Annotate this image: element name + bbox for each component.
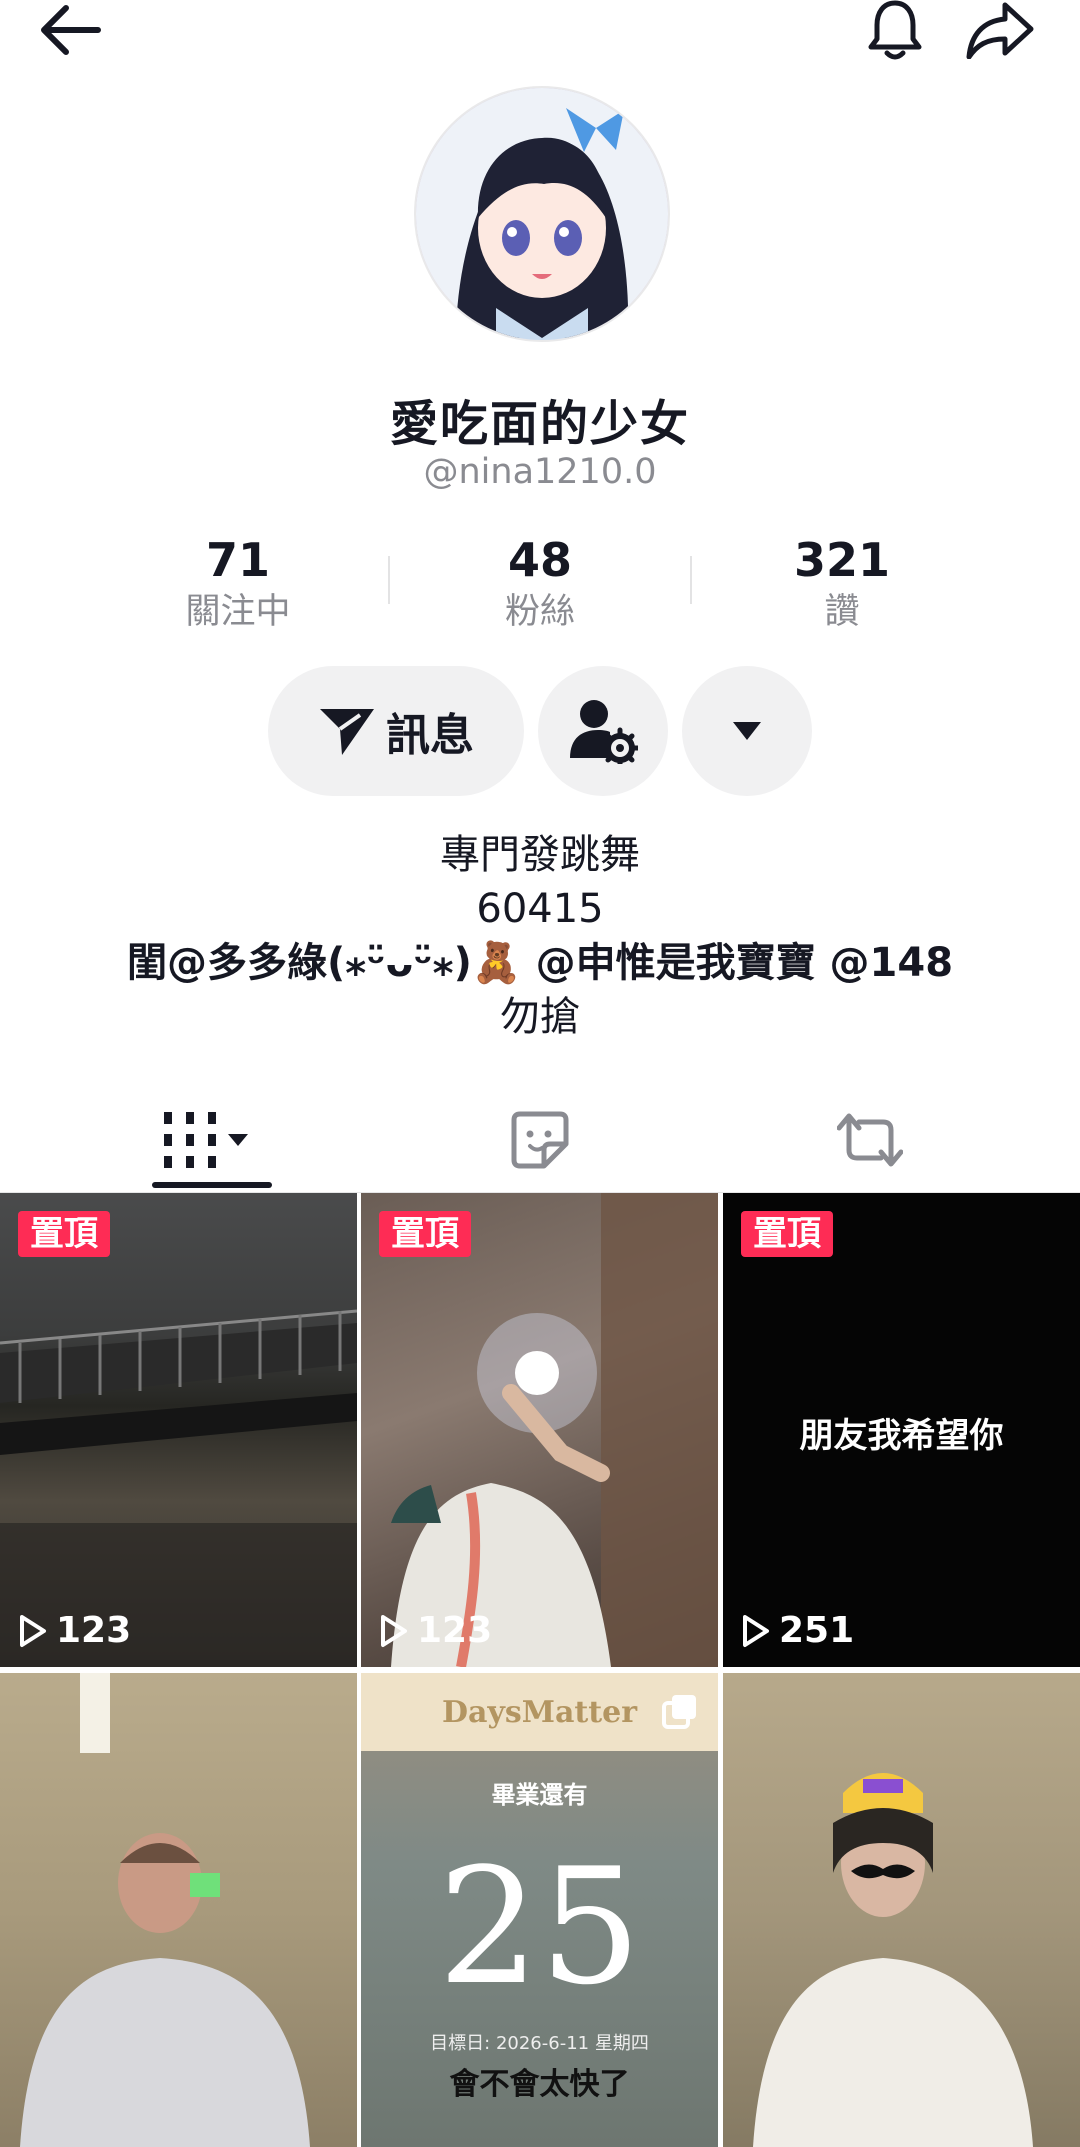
followers-label: 粉絲: [504, 592, 575, 632]
bio-line: 閨@多多綠(⁎ᵕ̈ᴗᵕ̈⁎)🧸 @申惟是我寶寶 @148: [126, 940, 954, 986]
video-thumbnail[interactable]: 置頂 123: [0, 1193, 357, 1667]
bio-line: 專門發跳舞: [440, 832, 640, 878]
person-with-sticker-image: [753, 1773, 1033, 2147]
video-thumbnail[interactable]: 置頂 朋友我希望你 251: [723, 1193, 1080, 1667]
play-icon: [381, 1614, 407, 1647]
countdown-number: 25: [437, 1833, 642, 2020]
play-icon: [20, 1614, 46, 1647]
tab-videos[interactable]: [30, 1090, 390, 1190]
view-count: 123: [18, 1610, 131, 1651]
target-date: 目標日: 2026-6-11 星期四: [430, 2033, 649, 2054]
view-count-value: 123: [417, 1610, 493, 1651]
person-settings-icon: [570, 700, 638, 764]
video-grid: 置頂 123 置頂 123 置頂 朋友我希望你 251 DaysMatter 畢…: [0, 1193, 1080, 2147]
video-thumbnail[interactable]: DaysMatter 畢業還有 25 目標日: 2026-6-11 星期四 會不…: [361, 1673, 718, 2147]
bio-line: 勿搶: [500, 994, 580, 1040]
back-button[interactable]: [30, 0, 110, 60]
profile-stats: 71 關注中 48 粉絲 321 讚: [0, 530, 1080, 640]
stat-divider: [690, 556, 692, 604]
followers-count: 48: [507, 533, 572, 587]
message-button-label: 訊息: [386, 710, 474, 761]
following-count: 71: [205, 533, 270, 587]
pinned-badge: 置頂: [741, 1211, 833, 1257]
display-name: 愛吃面的少女: [389, 396, 690, 452]
repost-icon: [837, 1113, 903, 1167]
content-tabs: [0, 1090, 1080, 1193]
following-stat[interactable]: 71 關注中: [128, 530, 348, 634]
person-selfie-image: [20, 1673, 310, 2147]
top-bar: [0, 0, 1080, 70]
view-count: 251: [741, 1610, 854, 1651]
following-label: 關注中: [185, 592, 291, 632]
friend-settings-button[interactable]: [538, 666, 668, 796]
followers-stat[interactable]: 48 粉絲: [430, 530, 650, 634]
likes-label: 讚: [824, 592, 860, 632]
notification-button[interactable]: [855, 0, 935, 60]
pinned-badge: 置頂: [18, 1211, 110, 1257]
mirror-selfie-image: [391, 1193, 718, 1667]
app-name: DaysMatter: [441, 1694, 638, 1730]
stat-divider: [388, 556, 390, 604]
active-tab-indicator: [152, 1182, 272, 1188]
share-button[interactable]: [960, 0, 1040, 60]
likes-count: 321: [793, 533, 891, 587]
video-caption: 會不會太快了: [449, 2067, 630, 2102]
likes-stat[interactable]: 321 讚: [732, 530, 952, 634]
pinned-badge: 置頂: [379, 1211, 471, 1257]
share-arrow-icon: [966, 2, 1034, 59]
bridge-scene-image: [0, 1309, 357, 1667]
bio-line: 60415: [476, 886, 604, 932]
username-handle: @nina1210.0: [423, 452, 657, 492]
caret-down-icon: [733, 722, 761, 740]
video-thumbnail[interactable]: [0, 1673, 357, 2147]
tab-liked[interactable]: [360, 1090, 720, 1190]
tab-reposts[interactable]: [690, 1090, 1050, 1190]
message-button[interactable]: 訊息: [268, 666, 524, 796]
video-thumbnail[interactable]: [723, 1673, 1080, 2147]
liked-sticker-icon: [511, 1111, 569, 1169]
avatar[interactable]: [414, 86, 670, 342]
videos-grid-icon: [164, 1112, 248, 1168]
send-icon: [320, 709, 374, 755]
anime-girl-avatar-image: [416, 88, 668, 340]
countdown-subtitle: 畢業還有: [491, 1781, 588, 1809]
view-count-value: 251: [779, 1610, 855, 1651]
video-overlay-text: 朋友我希望你: [799, 1416, 1004, 1456]
arrow-left-icon: [41, 5, 101, 55]
video-thumbnail[interactable]: 置頂 123: [361, 1193, 718, 1667]
view-count: 123: [379, 1610, 492, 1651]
more-options-button[interactable]: [682, 666, 812, 796]
bell-icon: [868, 0, 922, 60]
copy-icon: [662, 1695, 696, 1729]
play-icon: [743, 1614, 769, 1647]
view-count-value: 123: [56, 1610, 132, 1651]
